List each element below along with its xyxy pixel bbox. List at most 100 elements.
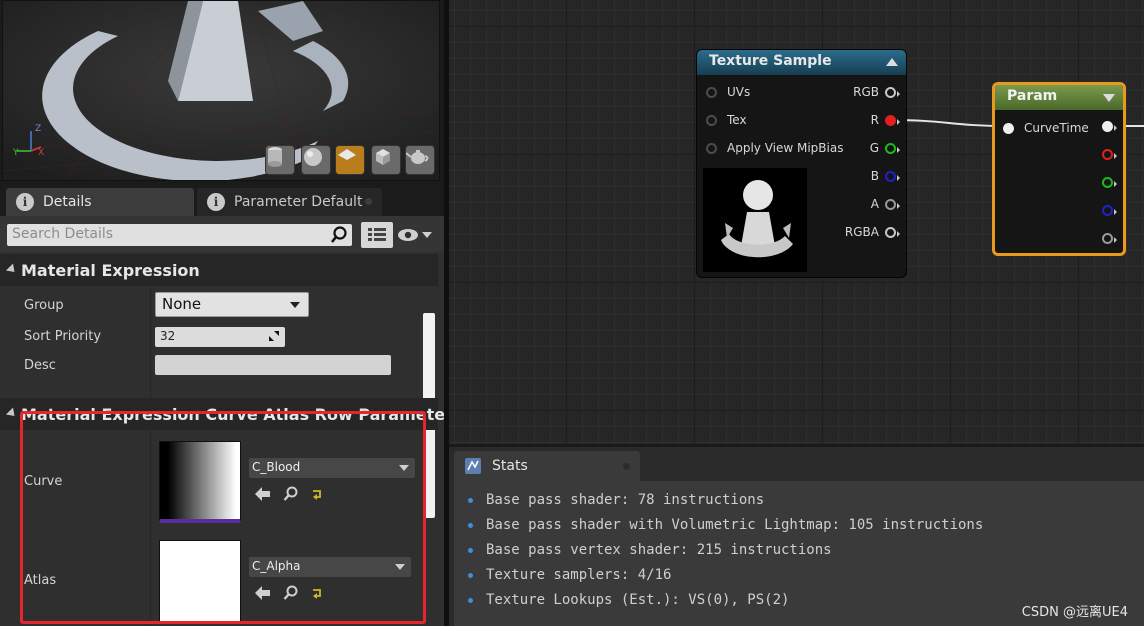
input-pin-uvs[interactable]: UVs [706, 85, 750, 99]
stats-panel: Stats Base pass shader: 78 instructions … [449, 447, 1144, 626]
output-pin-icon[interactable] [1102, 205, 1117, 216]
param-header[interactable]: Param [995, 85, 1123, 110]
details-panel: Search Details Material Expression Group… [0, 216, 453, 626]
section-curve-atlas-row-parameter[interactable]: Material Expression Curve Atlas Row Para… [0, 398, 453, 430]
close-tab-icon[interactable] [623, 463, 630, 470]
atlas-thumbnail[interactable] [159, 540, 241, 622]
output-pin-rgb[interactable]: RGB [853, 85, 900, 99]
chevron-down-icon [399, 465, 409, 471]
output-pin-icon[interactable] [885, 114, 900, 126]
input-pin-icon[interactable] [706, 86, 717, 98]
texture-sample-node[interactable]: Texture Sample UVs Tex Apply View MipBia… [696, 49, 907, 278]
reset-arrow-icon[interactable] [311, 488, 323, 500]
input-pin-icon[interactable] [1003, 122, 1014, 134]
tab-stats[interactable]: Stats [454, 451, 640, 481]
use-selected-arrow-icon[interactable] [255, 586, 271, 600]
curve-asset-dropdown[interactable]: C_Blood [249, 458, 415, 478]
preview-cube-button[interactable] [371, 145, 401, 175]
browse-search-icon[interactable] [283, 486, 299, 502]
group-label: Group [24, 298, 64, 313]
param-node[interactable]: Param CurveTime [992, 82, 1126, 256]
tab-details[interactable]: i Details [6, 188, 194, 216]
input-pin-curvetime[interactable]: CurveTime [1003, 121, 1089, 135]
close-tab-icon[interactable] [365, 198, 372, 205]
atlas-asset-dropdown[interactable]: C_Alpha [249, 557, 411, 577]
browse-search-icon[interactable] [283, 585, 299, 601]
plane-icon [338, 149, 356, 160]
node-title: Param [1007, 88, 1058, 104]
preview-cylinder-button[interactable] [265, 145, 295, 175]
output-pin-rgba[interactable]: RGBA [845, 225, 900, 239]
output-pin-green[interactable] [1096, 177, 1117, 188]
list-item: Base pass vertex shader: 215 instruction… [468, 542, 832, 558]
group-value: None [162, 295, 202, 313]
output-pin-white[interactable] [1096, 121, 1117, 132]
collapse-arrow-icon[interactable] [886, 58, 898, 66]
preview-sphere-button[interactable] [301, 145, 331, 175]
output-pin-icon[interactable] [1102, 233, 1117, 244]
view-options-button[interactable] [397, 226, 437, 244]
pin-label: B [870, 169, 879, 183]
use-selected-arrow-icon[interactable] [255, 487, 271, 501]
output-pin-a[interactable]: A [871, 197, 900, 211]
eye-icon [398, 229, 418, 241]
output-pin-icon[interactable] [885, 142, 900, 154]
section-title: Material Expression [21, 260, 200, 280]
sort-priority-label: Sort Priority [24, 329, 102, 344]
input-pin-apply-view-mipbias[interactable]: Apply View MipBias [706, 141, 843, 155]
curve-thumbnail[interactable] [159, 441, 241, 523]
output-pin-blue[interactable] [1096, 205, 1117, 216]
cube-icon [376, 149, 390, 165]
search-details-input[interactable]: Search Details [7, 224, 352, 246]
search-icon[interactable] [330, 226, 348, 244]
output-pin-icon[interactable] [1102, 177, 1117, 188]
input-pin-tex[interactable]: Tex [706, 113, 747, 127]
pin-label: UVs [727, 85, 751, 99]
output-pin-icon[interactable] [1102, 121, 1117, 132]
tab-parameter-defaults[interactable]: i Parameter Defaults [197, 188, 382, 216]
list-item: Base pass shader with Volumetric Lightma… [468, 517, 983, 533]
output-pin-red[interactable] [1096, 149, 1117, 160]
svg-text:X: X [38, 148, 44, 158]
list-item: Base pass shader: 78 instructions [468, 492, 764, 508]
bullet-icon [468, 547, 473, 553]
input-pin-icon[interactable] [706, 114, 717, 126]
desc-input[interactable] [155, 355, 391, 375]
output-pin-r[interactable]: R [870, 113, 900, 127]
section-material-expression[interactable]: Material Expression [0, 254, 438, 286]
pin-label: R [870, 113, 879, 127]
output-pin-alpha[interactable] [1096, 233, 1117, 244]
atlas-label: Atlas [24, 573, 57, 588]
info-icon: i [16, 193, 34, 211]
column-divider [150, 288, 151, 408]
preview-plane-button[interactable] [335, 145, 365, 175]
texture-preview-thumbnail [703, 168, 807, 272]
material-preview-viewport[interactable]: Z Y X [2, 0, 440, 181]
output-pin-icon[interactable] [885, 86, 900, 98]
spinner-arrows-icon[interactable] [268, 330, 280, 342]
left-column: Z Y X i Details i Parameter Defaults Sea… [0, 0, 453, 626]
output-pin-icon[interactable] [885, 198, 900, 210]
property-matrix-button[interactable] [361, 222, 393, 248]
details-tab-bar: i Details i Parameter Defaults [0, 186, 444, 216]
material-graph-canvas[interactable]: Texture Sample UVs Tex Apply View MipBia… [449, 0, 1144, 444]
input-pin-icon[interactable] [706, 142, 717, 154]
output-pin-icon[interactable] [1102, 149, 1117, 160]
reset-arrow-icon[interactable] [311, 587, 323, 599]
preview-teapot-button[interactable] [405, 145, 435, 175]
close-tab-icon[interactable] [177, 198, 184, 205]
texture-sample-header[interactable]: Texture Sample [697, 50, 906, 75]
atlas-asset-tools [255, 585, 323, 601]
search-placeholder: Search Details [12, 226, 114, 242]
output-pin-icon[interactable] [885, 170, 900, 182]
sort-priority-input[interactable]: 32 [155, 327, 285, 347]
curve-asset-tools [255, 486, 323, 502]
output-pin-g[interactable]: G [870, 141, 900, 155]
output-pin-b[interactable]: B [870, 169, 900, 183]
output-pin-icon[interactable] [885, 226, 900, 238]
group-dropdown[interactable]: None [155, 292, 309, 317]
chevron-down-icon[interactable] [1103, 94, 1115, 102]
texture-figure-image [721, 180, 793, 258]
section-title: Material Expression Curve Atlas Row Para… [21, 404, 454, 424]
teapot-icon [406, 150, 429, 164]
